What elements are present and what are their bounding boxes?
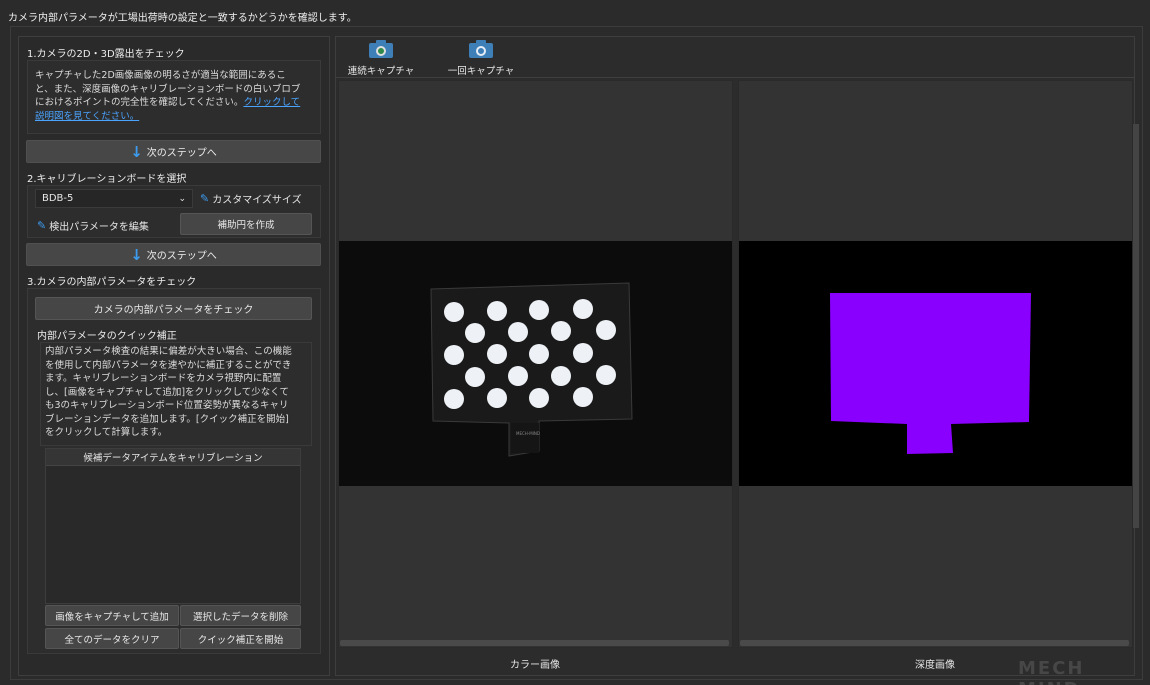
color-view-h-scrollbar[interactable]: [340, 640, 729, 646]
quick-desc-line: ます。キャリブレーションボードをカメラ視野内に配置: [45, 373, 282, 384]
single-capture-label: 一回キャプチャ: [447, 66, 515, 77]
camera-icon: [469, 40, 493, 58]
clear-all-button[interactable]: 全てのデータをクリア: [45, 628, 179, 649]
step1-desc-line: におけるポイントの完全性を確認してください。クリックして: [35, 96, 317, 110]
list-header: 候補データアイテムをキャリブレーション: [46, 449, 300, 466]
start-quick-calibration-button[interactable]: クイック補正を開始: [180, 628, 301, 649]
edit-params-label: 検出パラメータを編集: [49, 221, 149, 233]
window-title: カメラ内部パラメータが工場出荷時の設定と一致するかどうかを確認します。: [8, 13, 357, 24]
brand-watermark: MECH MIND: [1018, 658, 1085, 685]
step1-desc-line: と、また、深度画像のキャリブレーションボードの白いブロブ: [35, 83, 301, 95]
capture-add-button[interactable]: 画像をキャプチャして追加: [45, 605, 179, 626]
explanation-link-cont[interactable]: 説明図を見てください。: [35, 111, 139, 122]
explanation-link[interactable]: クリックして: [243, 97, 300, 108]
quick-desc-line: し、[画像をキャプチャして追加]をクリックして少なくて: [45, 386, 289, 398]
arrow-down-icon: ↓: [130, 142, 143, 161]
delete-selected-button[interactable]: 選択したデータを削除: [180, 605, 301, 626]
step1-desc-text: におけるポイントの完全性を確認してください。: [35, 97, 244, 108]
quick-desc-line: 内部パラメータ検査の結果に偏差が大きい場合、この機能: [45, 346, 292, 357]
pencil-icon: ✎: [200, 191, 210, 205]
next-step-button-2[interactable]: ↓ 次のステップへ: [26, 243, 321, 266]
toolbar-divider: [336, 77, 1134, 78]
custom-size-button[interactable]: ✎ カスタマイズサイズ: [200, 190, 302, 206]
next-step-label: 次のステップへ: [146, 251, 217, 262]
depth-view-h-scrollbar[interactable]: [740, 640, 1129, 646]
next-step-label: 次のステップへ: [146, 148, 217, 159]
arrow-down-icon: ↓: [130, 245, 143, 264]
color-image: MECH-MIND: [339, 241, 732, 486]
continuous-camera-icon: [369, 40, 393, 58]
check-intrinsics-button[interactable]: カメラの内部パラメータをチェック: [35, 297, 312, 320]
step2-title: 2.キャリブレーションボードを選択: [27, 174, 187, 185]
right-v-scrollbar[interactable]: [1133, 124, 1139, 528]
board-select[interactable]: BDB-5 ⌄: [35, 189, 193, 208]
continuous-capture-label: 連続キャプチャ: [347, 66, 415, 77]
color-image-label: カラー画像: [510, 659, 560, 671]
pencil-icon: ✎: [37, 218, 47, 232]
chevron-down-icon: ⌄: [178, 194, 186, 204]
step1-title: 1.カメラの2D・3D露出をチェック: [27, 49, 185, 60]
depth-image: [739, 241, 1132, 486]
custom-size-label: カスタマイズサイズ: [212, 194, 302, 206]
quick-desc-line: を使用して内部パラメータを速やかに補正することができ: [45, 359, 292, 371]
quick-desc-line: も3のキャリブレーションボード位置姿勢が異なるキャリ: [45, 400, 289, 411]
quick-desc-line: をクリックして計算します。: [45, 427, 168, 438]
step3-title: 3.カメラの内部パラメータをチェック: [27, 277, 197, 288]
next-step-button-1[interactable]: ↓ 次のステップへ: [26, 140, 321, 163]
step1-desc-line: 説明図を見てください。: [35, 110, 317, 124]
quick-calibration-title: 内部パラメータのクイック補正: [37, 331, 177, 342]
calibration-data-list[interactable]: 候補データアイテムをキャリブレーション: [45, 448, 301, 604]
edit-detection-params-button[interactable]: ✎ 検出パラメータを編集: [37, 217, 149, 233]
single-capture-button[interactable]: 一回キャプチャ: [446, 40, 516, 77]
continuous-capture-button[interactable]: 連続キャプチャ: [346, 40, 416, 77]
quick-desc: 内部パラメータ検査の結果に偏差が大きい場合、この機能 を使用して内部パラメータを…: [45, 345, 311, 440]
step1-desc: キャプチャした2D画像画像の明るさが適当な範囲にあるこ と、また、深度画像のキャ…: [35, 69, 317, 123]
create-aux-circle-button[interactable]: 補助円を作成: [180, 213, 312, 235]
board-select-value: BDB-5: [42, 193, 74, 204]
board-logo: MECH-MIND: [516, 431, 540, 436]
depth-board-shape: [830, 293, 1031, 454]
step1-desc-line: キャプチャした2D画像画像の明るさが適当な範囲にあるこ: [35, 70, 286, 81]
quick-desc-line: ブレーションデータを追加します。[クイック補正を開始]: [45, 413, 289, 425]
